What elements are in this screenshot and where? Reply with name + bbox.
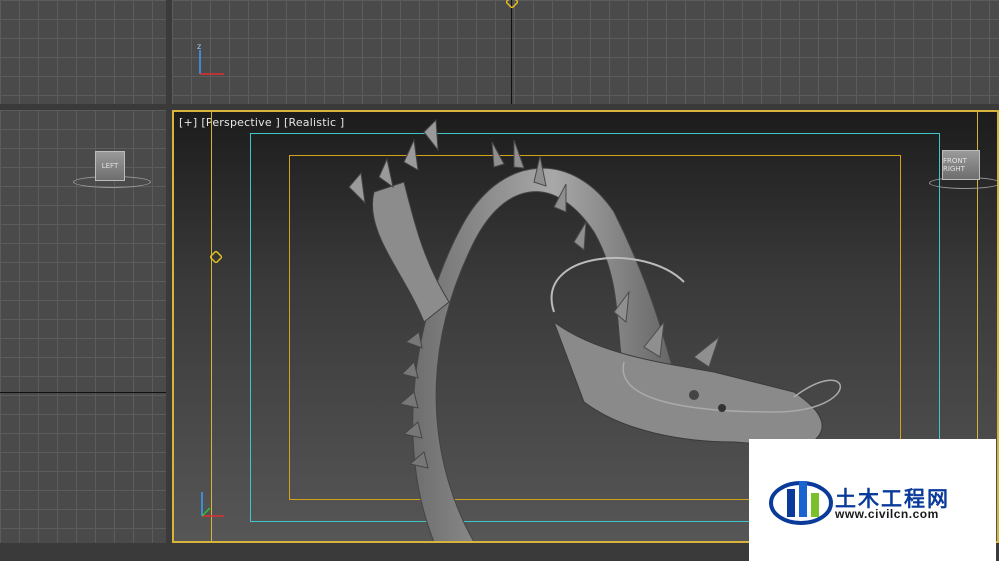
civilcn-logo-icon — [769, 481, 833, 525]
watermark-url: www.civilcn.com — [835, 507, 939, 521]
viewcube-front-right[interactable]: FRONT RIGHT — [942, 150, 980, 180]
watermark-logo: 土木工程网 www.civilcn.com — [749, 439, 996, 561]
axis-tripod-icon: z — [197, 42, 224, 75]
front-viewport[interactable]: z — [172, 0, 999, 104]
svg-text:z: z — [197, 42, 201, 51]
left-viewport[interactable]: LEFT — [0, 110, 166, 543]
gizmo-icon — [210, 251, 222, 263]
gizmo-icon — [506, 0, 518, 8]
left-horizontal-axis — [0, 392, 166, 393]
viewcube-left[interactable]: LEFT — [95, 151, 125, 181]
axis-tripod-icon — [201, 492, 224, 517]
top-viewport[interactable] — [0, 0, 166, 104]
front-vertical-axis — [511, 0, 512, 104]
